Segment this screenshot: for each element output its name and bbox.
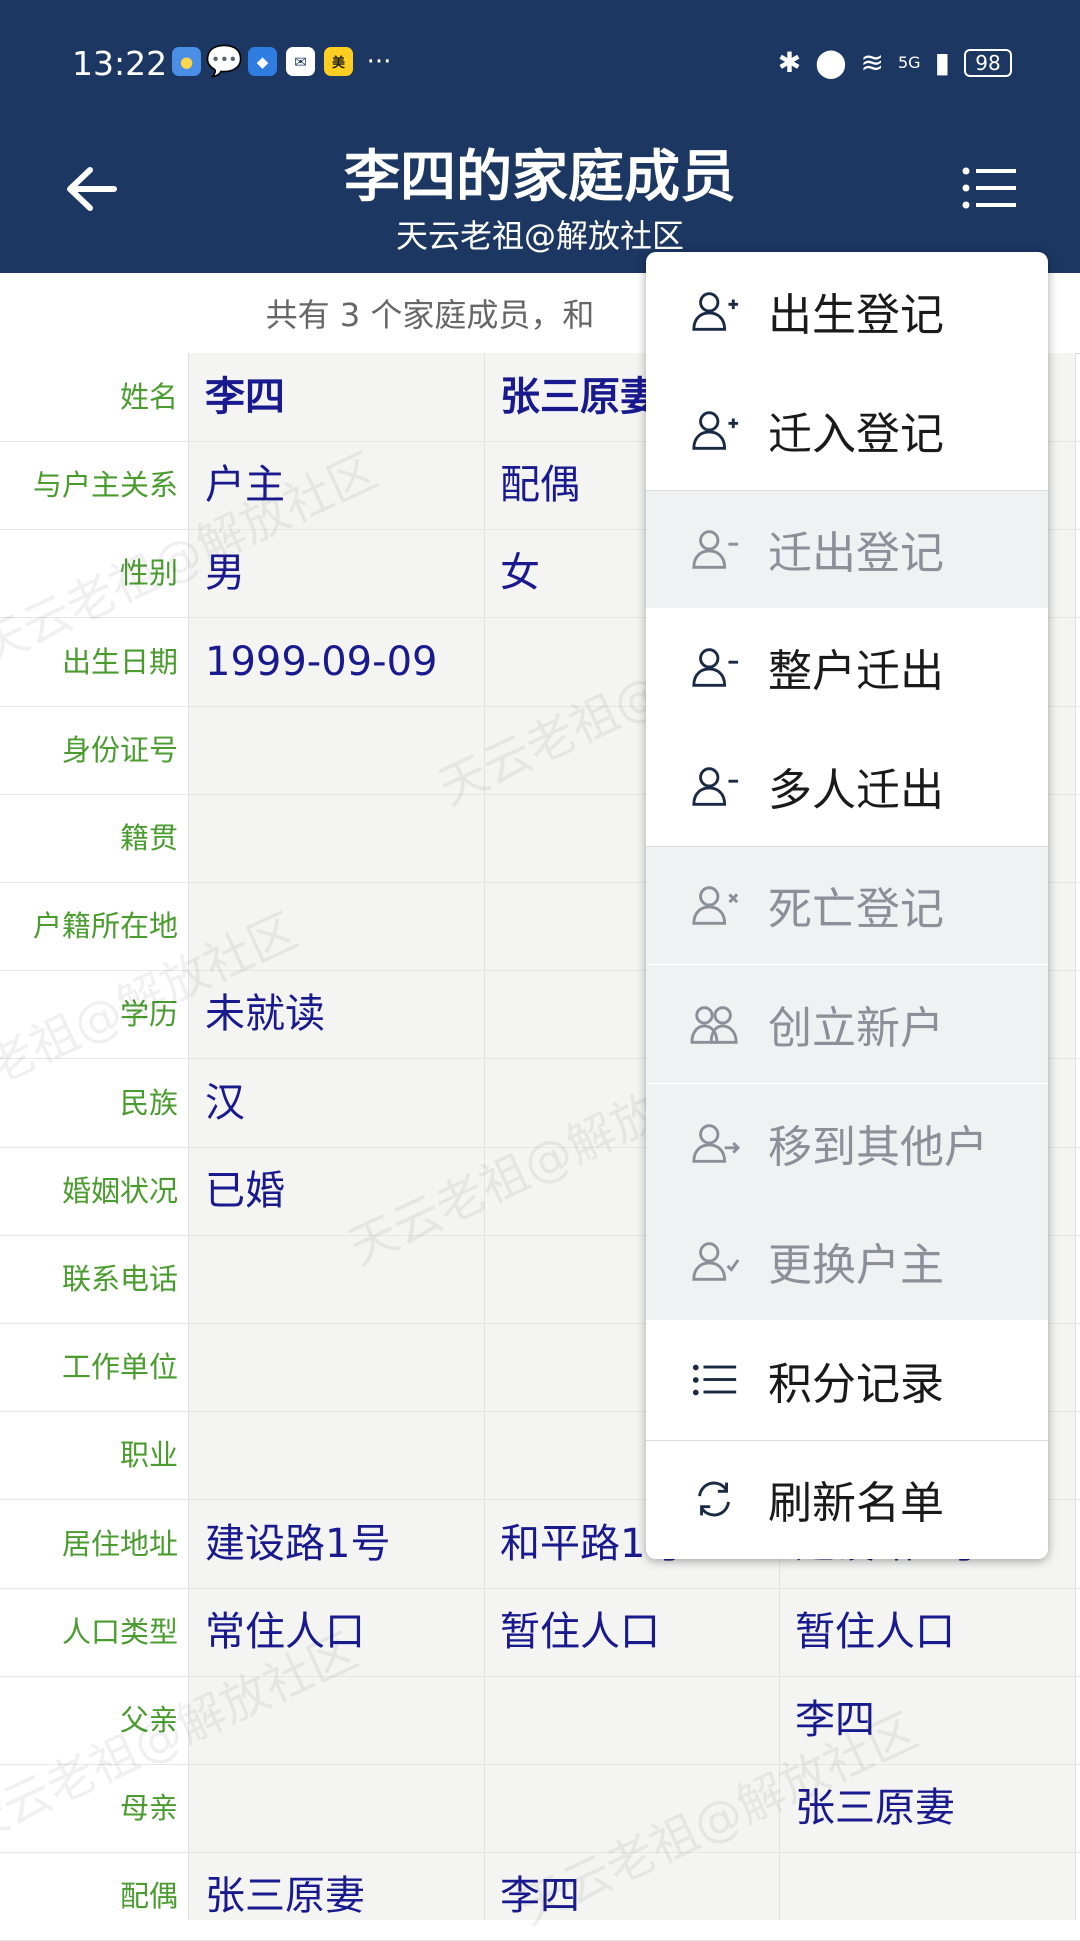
menu-item-1[interactable]: 出生登记 [646,252,1048,370]
system-icons: ✱ ⬤ ≋ 5G ▮ 98 [778,46,1012,79]
battery-level: 98 [975,50,1001,75]
row-label: 联系电话 [61,1262,178,1296]
person-add-icon [692,411,739,450]
menu-item-4[interactable]: 整户迁出 [646,608,1048,726]
menu-divider [646,489,1048,491]
table-row: 父亲 李四 [0,1676,1080,1765]
table-cell: 暂住人口 [500,1608,660,1655]
meituan-icon: 美 [324,47,353,76]
notification-icons: ● 💬 ◆ ✉ 美 ··· [172,44,396,79]
row-label: 出生日期 [61,644,178,679]
battery-icon: 98 [964,48,1012,77]
mail-icon: ✉ [286,47,315,76]
chat-icon: 💬 [205,44,244,79]
row-label: 工作单位 [61,1350,178,1385]
row-label: 籍贯 [119,821,178,855]
menu-item-label: 出生登记 [768,290,944,341]
table-cell: 常住人口 [205,1608,365,1655]
table-cell: 配偶 [500,462,580,509]
menu-item-label: 创立新户 [768,1002,944,1054]
menu-item-label: 整户迁出 [768,646,944,698]
row-label: 居住地址 [61,1526,178,1561]
table-row: 配偶 张三原妻 李四 [0,1852,1080,1941]
person-x-icon [692,886,739,925]
menu-item-label: 更换户主 [768,1240,944,1292]
menu-item-7: 创立新户 [646,964,1048,1083]
menu-item-9: 更换户主 [646,1202,1048,1321]
row-label: 民族 [119,1085,178,1120]
menu-item-10[interactable]: 积分记录 [646,1321,1048,1439]
shield-icon: ◆ [248,47,277,76]
table-cell: 男 [205,550,245,597]
menu-item-label: 迁入登记 [768,408,944,460]
row-label: 婚姻状况 [61,1173,178,1208]
person-add-icon [692,292,739,331]
page-title: 李四的家庭成员 [344,145,736,210]
menu-item-label: 死亡登记 [768,884,944,935]
table-cell: 暂住人口 [795,1608,955,1655]
bluetooth-icon: ✱ [777,46,802,79]
signal-label: 5G [898,53,921,72]
row-label: 与户主关系 [32,468,178,503]
table-row: 人口类型 常住人口 暂住人口 暂住人口 [0,1588,1080,1677]
menu-item-6: 死亡登记 [646,846,1048,964]
table-cell: 已婚 [205,1167,285,1214]
person-remove-icon [692,648,739,688]
row-label: 性别 [119,556,178,591]
menu-item-2[interactable]: 迁入登记 [646,371,1048,489]
action-dropdown-menu: 出生登记迁入登记迁出登记整户迁出多人迁出死亡登记创立新户移到其他户更换户主积分记… [646,252,1048,1559]
menu-item-label: 积分记录 [768,1359,944,1411]
table-cell: 李四 [795,1697,875,1743]
menu-item-label: 多人迁出 [768,765,944,817]
menu-item-11[interactable]: 刷新名单 [646,1440,1048,1558]
table-cell: 李四 [500,1873,580,1920]
summary-text: 共有 3 个家庭成员，和 [265,296,595,334]
row-label: 姓名 [119,380,178,414]
list-icon [692,1364,737,1396]
row-label: 身份证号 [61,732,178,767]
more-notifications-icon: ··· [366,46,392,77]
row-label: 学历 [119,997,178,1032]
menu-list-icon[interactable] [962,166,1016,210]
row-label: 配偶 [119,1879,178,1914]
person-check-icon [692,1242,740,1282]
person-move-icon [692,1123,740,1163]
wifi-icon: ≋ [860,46,884,79]
weather-icon: ● [172,47,201,76]
row-label: 职业 [119,1438,178,1473]
menu-item-label: 移到其他户 [768,1121,988,1173]
menu-item-label: 刷新名单 [768,1478,944,1529]
menu-divider [646,846,1048,847]
app-header: 13:22 ● 💬 ◆ ✉ 美 ··· ✱ ⬤ ≋ 5G ▮ 98 李四的家庭成… [0,0,1080,273]
person-remove-icon [692,529,739,569]
menu-item-5[interactable]: 多人迁出 [646,727,1048,845]
table-cell: 建设路1号 [205,1520,391,1567]
table-cell: 张三原妻 [795,1785,955,1832]
table-cell[interactable]: 张三原妻 [500,353,660,441]
table-cell: 1999-09-09 [205,638,438,685]
row-label: 户籍所在地 [32,909,178,944]
table-cell[interactable]: 李四 [205,353,285,441]
table-cell: 汉 [205,1079,245,1126]
row-label: 母亲 [119,1791,178,1826]
refresh-icon [698,1481,730,1517]
menu-item-label: 迁出登记 [768,527,944,579]
person-remove-icon [692,767,739,806]
table-cell: 女 [500,550,540,597]
status-bar: 13:22 ● 💬 ◆ ✉ 美 ··· ✱ ⬤ ≋ 5G ▮ 98 [0,38,1080,90]
menu-divider [646,1440,1048,1441]
table-cell: 未就读 [205,991,325,1038]
menu-item-3: 迁出登记 [646,489,1048,608]
menu-item-8: 移到其他户 [646,1083,1048,1202]
people-icon [690,1006,738,1044]
page-subtitle: 天云老祖@解放社区 [395,217,684,255]
status-time: 13:22 [72,44,168,83]
location-icon: ⬤ [815,46,847,79]
table-cell: 张三原妻 [205,1873,365,1920]
table-row: 母亲 张三原妻 [0,1764,1080,1854]
row-label: 父亲 [119,1703,178,1737]
signal-icon: ▮ [934,46,950,79]
row-label: 人口类型 [61,1614,178,1649]
table-cell: 户主 [205,462,285,509]
